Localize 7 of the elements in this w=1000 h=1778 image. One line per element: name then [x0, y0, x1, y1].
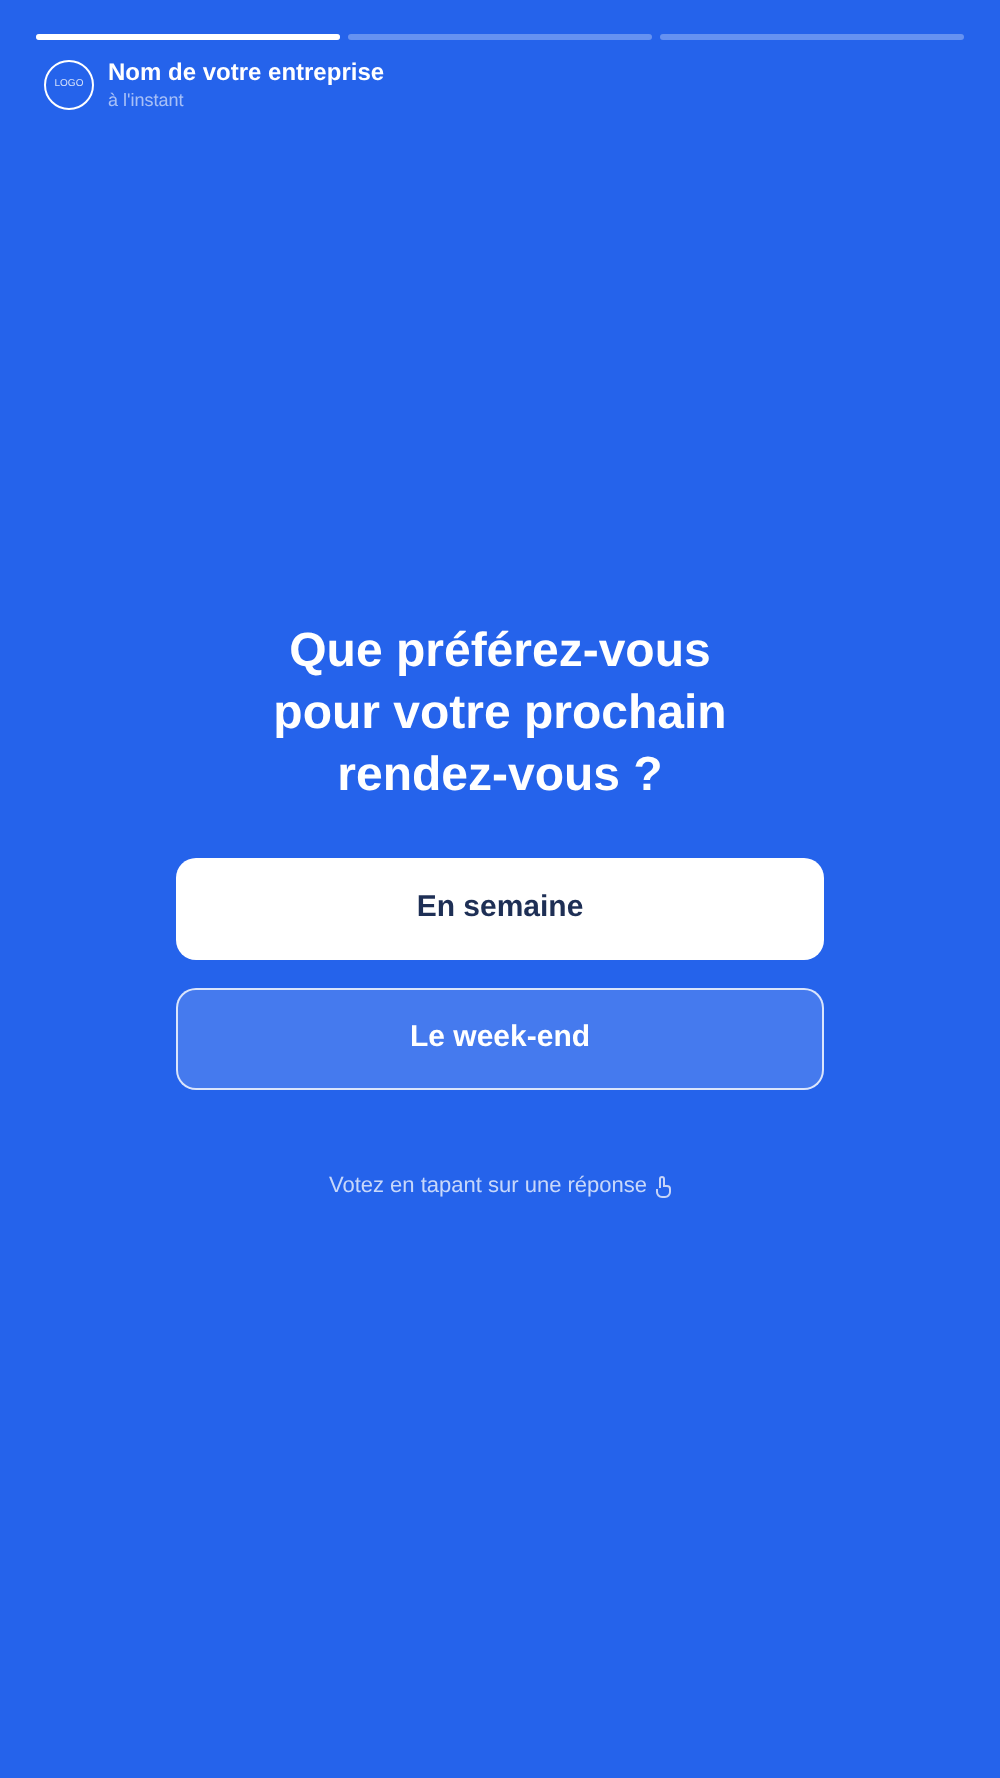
hint-text: Votez en tapant sur une réponse [328, 1172, 647, 1202]
company-name: Nom de votre entreprise [108, 58, 385, 88]
answer-option[interactable]: En semaine [176, 858, 824, 960]
pointing-hand-icon [653, 1175, 671, 1198]
question-title: Que préférez-vous pour votre prochain rendez-vous ? [271, 622, 729, 806]
timestamp: à l'instant [108, 88, 186, 112]
answer-option[interactable]: Le week-end [176, 988, 824, 1090]
